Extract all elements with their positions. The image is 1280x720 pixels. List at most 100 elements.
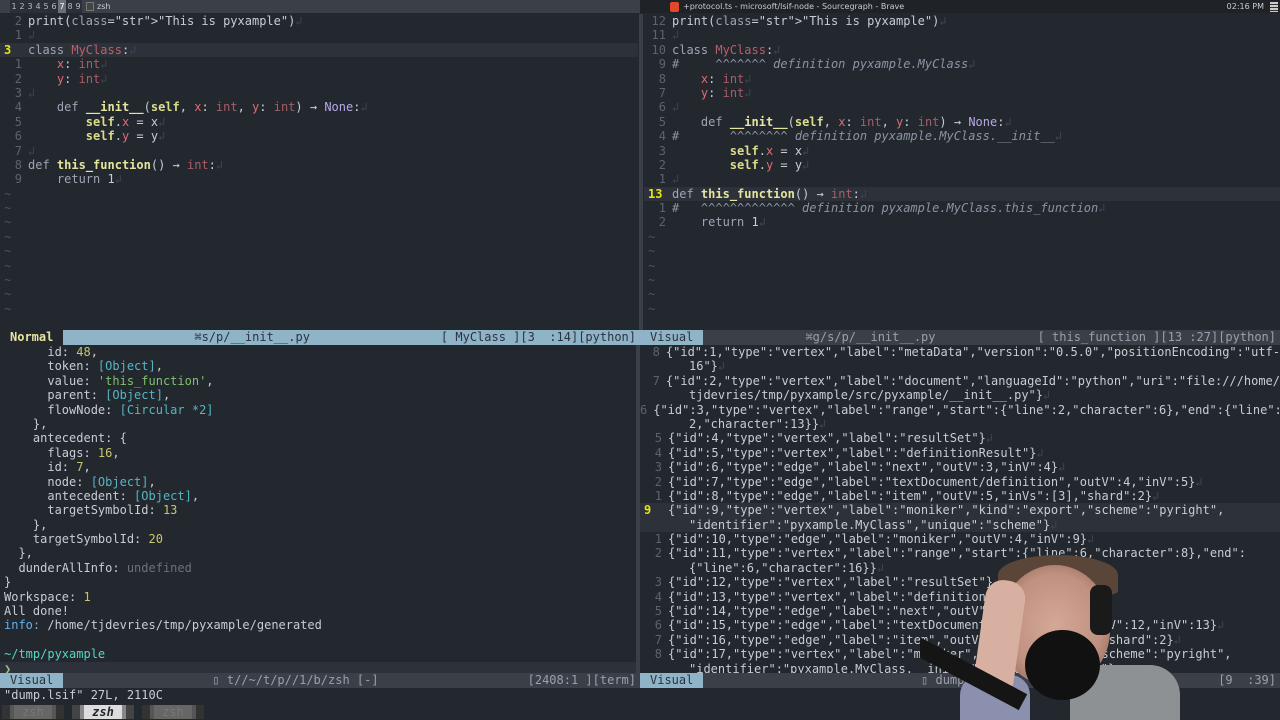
window-manager-bar-left: 123456789 zsh: [0, 0, 640, 13]
code-text: print(class="str">"This is pyxample")↲: [672, 14, 947, 28]
workspace-7[interactable]: 7: [58, 0, 66, 13]
line-number: 2: [658, 215, 666, 230]
line-number: 3: [658, 143, 666, 158]
tmux-tab[interactable]: zsh: [142, 705, 204, 719]
workspace-9[interactable]: 9: [74, 0, 82, 13]
code-line: 13 def this_function() → int:↲: [644, 186, 1280, 202]
statusline-position: [2408:1 ][term]: [527, 673, 636, 687]
line-number: 12: [651, 14, 666, 28]
code-text: return 1↲: [700, 215, 766, 230]
code-text: def __init__(self, x: int, y: int) → Non…: [700, 114, 1012, 129]
vertical-split-divider-bottom[interactable]: [636, 345, 640, 673]
line-number: 1: [658, 172, 666, 187]
lsif-line-main: 7 {"id":2,"type":"vertex","label":"docume…: [640, 374, 1280, 388]
code-line: 2 y: int↲: [0, 72, 638, 86]
mode-indicator: Visual: [640, 673, 704, 688]
code-text: y: int↲: [56, 71, 108, 86]
code-line: 4 # ^^^^^^^^ definition pyxample.MyClass.…: [644, 129, 1280, 143]
line-number: 9: [644, 503, 652, 518]
lsif-json-text: {"id":4,"type":"vertex","label":"resultS…: [668, 431, 986, 446]
line-number: 1: [14, 28, 22, 43]
right-editor-pane[interactable]: 12 print(class="str">"This is pyxample")↲…: [644, 14, 1280, 330]
empty-line-tilde: ~: [648, 301, 656, 316]
terminal-line: targetSymbolId: 13: [4, 503, 178, 518]
terminal-line: antecedent: [Object],: [4, 488, 200, 503]
lsif-line-wrap: tjdevries/tmp/pyxample/src/pyxample/__in…: [640, 388, 1280, 402]
code-text: def this_function() → int:↲: [28, 157, 224, 172]
tmux-tab[interactable]: zsh: [2, 705, 64, 719]
lsif-json-text-wrapped: "identifier":"pyxample.MyClass","unique"…: [689, 517, 1051, 532]
code-line: 10 class MyClass:↲: [644, 43, 1280, 57]
line-number: 8: [652, 345, 660, 359]
line-number: 9: [658, 57, 666, 72]
mode-indicator: Visual: [0, 673, 64, 688]
code-text: def this_function() → int:↲: [672, 186, 868, 201]
tmux-tab[interactable]: zsh: [72, 705, 134, 719]
lsif-line: 7 {"id":2,"type":"vertex","label":"docume…: [640, 374, 1280, 403]
empty-line-tilde: ~: [648, 244, 656, 259]
terminal-window-title[interactable]: zsh: [97, 2, 110, 11]
empty-line-tilde: ~: [4, 244, 12, 259]
line-number: 10: [651, 42, 666, 57]
lsif-json-text-wrapped: {"line":6,"character":16}}: [689, 560, 877, 575]
lsif-line: 1 {"id":8,"type":"edge","label":"item","o…: [640, 489, 1280, 503]
lsif-line-main: 9 {"id":9,"type":"vertex","label":"monike…: [640, 503, 1280, 517]
empty-line-tilde: ~: [4, 273, 12, 288]
workspace-2[interactable]: 2: [18, 0, 26, 13]
line-number: 4: [654, 589, 662, 604]
code-line: 7 ↲: [0, 144, 638, 158]
line-number: 3: [654, 575, 662, 590]
terminal-pane[interactable]: id: 48, token: [Object], value: 'this_fu…: [0, 345, 636, 673]
terminal-icon: [86, 2, 94, 11]
code-text: ↲: [28, 28, 36, 43]
right-editor-statusline: Visual ⌘g/s/p/__init__.py [ this_functio…: [640, 330, 1280, 345]
browser-window-title[interactable]: +protocol.ts - microsoft/lsif-node - Sou…: [683, 2, 1227, 11]
code-text: self.y = y↲: [729, 157, 810, 172]
lsif-line: 9 {"id":9,"type":"vertex","label":"monike…: [640, 503, 1280, 533]
workspace-5[interactable]: 5: [42, 0, 50, 13]
terminal-line: value: 'this_function',: [4, 373, 214, 388]
workspace-3[interactable]: 3: [26, 0, 34, 13]
line-number: 1: [654, 532, 662, 547]
newline-marker: ↲: [1217, 618, 1225, 633]
terminal-line: id: 7,: [4, 460, 91, 475]
terminal-statusline: Visual ▯ t//~/t/p//1/b/zsh [-] [2408:1 ]…: [0, 673, 640, 688]
workspace-8[interactable]: 8: [66, 0, 74, 13]
code-text: class MyClass:↲: [672, 42, 781, 57]
corner-marker: [0, 0, 10, 13]
webcam-overlay: [920, 545, 1180, 720]
workspace-6[interactable]: 6: [50, 0, 58, 13]
code-text: self.x = x↲: [729, 143, 810, 158]
left-editor-statusline: Normal ⌘s/p/__init__.py [ MyClass ][3 :1…: [0, 330, 640, 345]
line-number: 8: [658, 71, 666, 86]
command-line[interactable]: "dump.lsif" 27L, 2110C: [0, 688, 640, 703]
line-number: 3: [654, 460, 662, 475]
python-icon: ⌘: [805, 330, 813, 344]
statusline-position: [ this_function ][13 :27][python]: [1037, 330, 1276, 344]
terminal-line: },: [4, 517, 48, 532]
lsif-line: 5 {"id":4,"type":"vertex","label":"result…: [640, 431, 1280, 445]
terminal-line: }: [4, 575, 12, 590]
vertical-split-divider-top[interactable]: [639, 14, 643, 330]
workspace-4[interactable]: 4: [34, 0, 42, 13]
lsif-json-text: {"id":5,"type":"vertex","label":"definit…: [668, 445, 1037, 460]
code-line: 12 print(class="str">"This is pyxample")↲: [644, 14, 1280, 28]
statusline-filename: ⌘s/p/__init__.py: [194, 330, 310, 344]
line-number: 6: [654, 618, 662, 633]
tray-icon[interactable]: [1270, 1, 1278, 12]
line-number: 2: [14, 14, 22, 28]
terminal-line: dunderAllInfo: undefined: [4, 560, 192, 575]
system-top-bar: 123456789 zsh +protocol.ts - microsoft/l…: [0, 0, 1280, 13]
left-editor-pane[interactable]: 2 print(class="str">"This is pyxample")↲ 1…: [0, 14, 638, 330]
empty-line-tilde: ~: [4, 201, 12, 216]
lsif-line-main: 1 {"id":8,"type":"edge","label":"item","o…: [640, 489, 1280, 503]
lsif-line-wrap: 2,"character":13}} ↲: [640, 417, 1280, 431]
line-number: 1: [658, 201, 666, 216]
code-line: 7 y: int↲: [644, 86, 1280, 100]
code-text: # ^^^^^^^ definition pyxample.MyClass↲: [672, 57, 976, 72]
workspace-1[interactable]: 1: [10, 0, 18, 13]
statusline-filename: ▯ t//~/t/p//1/b/zsh [-]: [212, 673, 379, 687]
empty-line-tilde: ~: [648, 273, 656, 288]
file-icon: ▯: [212, 673, 227, 687]
